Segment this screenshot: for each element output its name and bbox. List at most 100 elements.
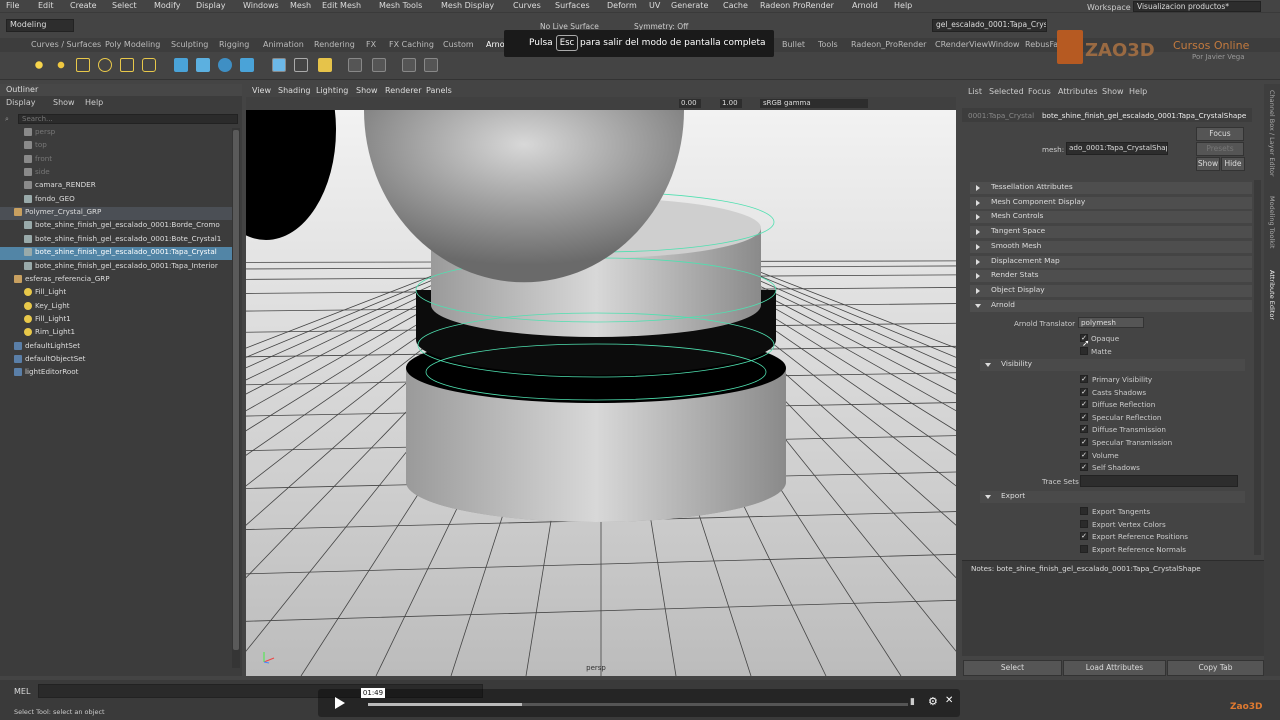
mode-select[interactable]: Modeling xyxy=(6,19,74,32)
outliner-item[interactable]: Polymer_Crystal_GRP xyxy=(0,207,232,221)
point-light-icon[interactable] xyxy=(54,58,68,72)
shelf-tab-bullet[interactable]: Bullet xyxy=(782,40,805,49)
viewport-scene[interactable]: persp xyxy=(246,110,956,676)
gamma-field[interactable]: 1.00 xyxy=(720,99,742,108)
volume-icon[interactable]: ▮ xyxy=(910,697,915,707)
matte-checkbox[interactable] xyxy=(1080,347,1088,355)
outliner-item[interactable]: Key_Light xyxy=(0,301,232,314)
cube-icon[interactable] xyxy=(174,58,188,72)
viewport-menu-lighting[interactable]: Lighting xyxy=(316,86,348,95)
ae-section-displacement-map[interactable]: Displacement Map xyxy=(970,255,1252,268)
outliner-menu-show[interactable]: Show xyxy=(53,98,75,107)
menu-deform[interactable]: Deform xyxy=(607,1,637,10)
ae-section-tangent-space[interactable]: Tangent Space xyxy=(970,226,1252,239)
menu-edit-mesh[interactable]: Edit Mesh xyxy=(322,1,361,10)
menu-edit[interactable]: Edit xyxy=(38,1,54,10)
outliner-item[interactable]: bote_shine_finish_gel_escalado_0001:Tapa… xyxy=(0,247,232,261)
render-icon[interactable] xyxy=(272,58,286,72)
menu-generate[interactable]: Generate xyxy=(671,1,708,10)
outliner-item[interactable]: defaultLightSet xyxy=(0,341,232,354)
export-checkbox[interactable] xyxy=(1080,507,1088,515)
export-checkbox[interactable] xyxy=(1080,544,1088,553)
outliner-item[interactable]: camara_RENDER xyxy=(0,180,232,193)
menu-curves[interactable]: Curves xyxy=(513,1,541,10)
visibility-checkbox[interactable]: ✓ xyxy=(1080,463,1088,472)
outliner-menu-help[interactable]: Help xyxy=(85,98,103,107)
outliner-item[interactable]: esferas_referencia_GRP xyxy=(0,274,232,287)
light-icon[interactable] xyxy=(32,58,46,72)
show-button[interactable]: Show xyxy=(1196,157,1220,171)
menu-file[interactable]: File xyxy=(6,1,19,10)
visibility-checkbox[interactable]: ✓ xyxy=(1080,425,1088,434)
outliner-scroll-thumb[interactable] xyxy=(233,130,239,650)
ae-tab-transform[interactable]: 0001:Tapa_Crystal xyxy=(968,111,1034,120)
command-lang[interactable]: MEL xyxy=(14,687,30,696)
menu-help[interactable]: Help xyxy=(894,1,912,10)
play-render-icon[interactable] xyxy=(424,58,438,72)
ae-section-arnold[interactable]: Arnold xyxy=(970,299,1252,312)
material-icon[interactable] xyxy=(348,58,362,72)
outliner-item[interactable]: persp xyxy=(0,127,232,140)
shelf-tab-rigging[interactable]: Rigging xyxy=(219,40,249,49)
mesh-name-field[interactable]: ado_0001:Tapa_CrystalShape xyxy=(1066,142,1168,155)
viewport-menu-renderer[interactable]: Renderer xyxy=(385,86,422,95)
shelf-tab-curves-surfaces[interactable]: Curves / Surfaces xyxy=(31,40,101,49)
outliner-item[interactable]: bote_shine_finish_gel_escalado_0001:Tapa… xyxy=(0,261,232,274)
outliner-item[interactable]: top xyxy=(0,140,232,153)
menu-mesh-display[interactable]: Mesh Display xyxy=(441,1,494,10)
menu-display[interactable]: Display xyxy=(196,1,226,10)
object-name-field[interactable]: gel_escalado_0001:Tapa_Crystal xyxy=(932,19,1047,32)
visibility-checkbox[interactable]: ✓ xyxy=(1080,375,1088,383)
ae-section-mesh-component-display[interactable]: Mesh Component Display xyxy=(970,196,1252,209)
ae-section-object-display[interactable]: Object Display xyxy=(970,284,1252,297)
select-button[interactable]: Select xyxy=(963,660,1062,676)
ae-menu-list[interactable]: List xyxy=(968,87,982,96)
side-tab-channel-box[interactable]: Channel Box / Layer Editor xyxy=(1268,90,1276,177)
ae-section-tessellation-attributes[interactable]: Tessellation Attributes xyxy=(970,182,1252,194)
shelf-tab-tools[interactable]: Tools xyxy=(818,40,838,49)
standin-icon[interactable] xyxy=(240,58,254,72)
outliner-item[interactable]: Fill_Light xyxy=(0,287,232,300)
workspace-select[interactable]: Visualizacion productos* xyxy=(1133,1,1261,12)
ae-menu-help[interactable]: Help xyxy=(1129,87,1147,96)
viewport-menu-show[interactable]: Show xyxy=(356,86,378,95)
outliner-item[interactable]: bote_shine_finish_gel_escalado_0001:Bord… xyxy=(0,220,232,233)
outliner-item[interactable]: Rim_Light1 xyxy=(0,327,232,340)
ae-section-mesh-controls[interactable]: Mesh Controls xyxy=(970,211,1252,224)
ipr-icon[interactable] xyxy=(294,58,308,72)
skydome-light-icon[interactable] xyxy=(142,58,156,72)
trace-sets-field[interactable] xyxy=(1080,475,1238,487)
ae-section-smooth-mesh[interactable]: Smooth Mesh xyxy=(970,240,1252,253)
hide-button[interactable]: Hide xyxy=(1221,157,1245,171)
export-section[interactable]: Export xyxy=(980,491,1245,503)
viewport-menu-panels[interactable]: Panels xyxy=(426,86,452,95)
menu-surfaces[interactable]: Surfaces xyxy=(555,1,590,10)
outliner-item[interactable]: side xyxy=(0,167,232,180)
outliner-item[interactable]: lightEditorRoot xyxy=(0,367,232,380)
seek-bar[interactable] xyxy=(368,703,908,706)
menu-modify[interactable]: Modify xyxy=(154,1,181,10)
outliner-search-input[interactable]: Search... xyxy=(18,114,238,124)
menu-radeon-prorender[interactable]: Radeon ProRender xyxy=(760,1,834,10)
settings-gear-icon[interactable]: ⚙ xyxy=(928,695,938,708)
shelf-tab-custom[interactable]: Custom xyxy=(443,40,474,49)
shelf-tab-poly-modeling[interactable]: Poly Modeling xyxy=(105,40,160,49)
export-checkbox[interactable] xyxy=(1080,519,1088,528)
outliner-item[interactable]: Fill_Light1 xyxy=(0,314,232,327)
menu-mesh[interactable]: Mesh xyxy=(290,1,311,10)
menu-arnold[interactable]: Arnold xyxy=(852,1,878,10)
menu-windows[interactable]: Windows xyxy=(243,1,279,10)
eye-icon[interactable] xyxy=(402,58,416,72)
light-link-icon[interactable] xyxy=(318,58,332,72)
viewport-menu-view[interactable]: View xyxy=(252,86,271,95)
visibility-checkbox[interactable]: ✓ xyxy=(1080,450,1088,459)
outliner-item[interactable]: defaultObjectSet xyxy=(0,354,232,367)
ae-section-render-stats[interactable]: Render Stats xyxy=(970,270,1252,283)
visibility-checkbox[interactable]: ✓ xyxy=(1080,400,1088,409)
presets-button[interactable]: Presets xyxy=(1196,142,1244,156)
outliner-item[interactable]: front xyxy=(0,154,232,167)
sphere-icon[interactable] xyxy=(218,58,232,72)
arnold-translator-select[interactable]: polymesh xyxy=(1078,317,1144,328)
spot-light-icon[interactable] xyxy=(76,58,90,72)
outliner-item[interactable]: bote_shine_finish_gel_escalado_0001:Bote… xyxy=(0,234,232,247)
